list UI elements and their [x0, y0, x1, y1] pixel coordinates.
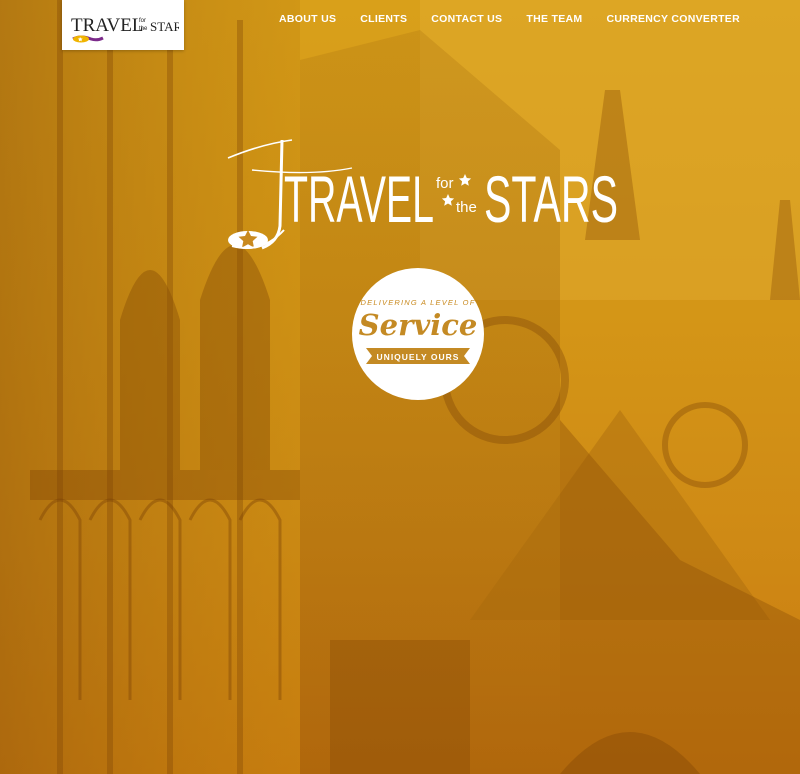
nav-about-us[interactable]: ABOUT US [279, 13, 336, 25]
nav-clients[interactable]: CLIENTS [360, 13, 407, 25]
hero-section: TRAVEL for the STARS ABOUT US CLIENTS CO… [0, 0, 800, 774]
logotype-stars: STARS [484, 162, 618, 236]
logotype-for: for [436, 175, 454, 192]
nav-contact-us[interactable]: CONTACT US [431, 13, 502, 25]
hero-logotype: TRAVEL for the STARS [227, 139, 618, 250]
svg-text:TRAVEL: TRAVEL [71, 15, 143, 36]
main-nav: ABOUT US CLIENTS CONTACT US THE TEAM CUR… [279, 13, 740, 25]
service-badge: DELIVERING A LEVEL OF Service UNIQUELY O… [352, 268, 484, 400]
badge-tagline: DELIVERING A LEVEL OF [360, 298, 476, 307]
site-logo[interactable]: TRAVEL for the STARS [62, 0, 184, 50]
logotype-travel: TRAVEL [284, 162, 434, 236]
logotype-the: the [456, 199, 477, 216]
nav-the-team[interactable]: THE TEAM [526, 13, 582, 25]
svg-text:for: for [139, 18, 146, 24]
logo-wordmark: TRAVEL for the STARS [71, 15, 179, 43]
nav-currency-converter[interactable]: CURRENCY CONVERTER [606, 13, 740, 25]
svg-text:STARS: STARS [150, 19, 179, 34]
badge-ribbon-text: UNIQUELY OURS [376, 352, 460, 362]
star-icon [441, 194, 455, 206]
badge-service-word: Service [358, 308, 478, 342]
star-icon [458, 174, 472, 186]
svg-text:the: the [139, 26, 148, 32]
